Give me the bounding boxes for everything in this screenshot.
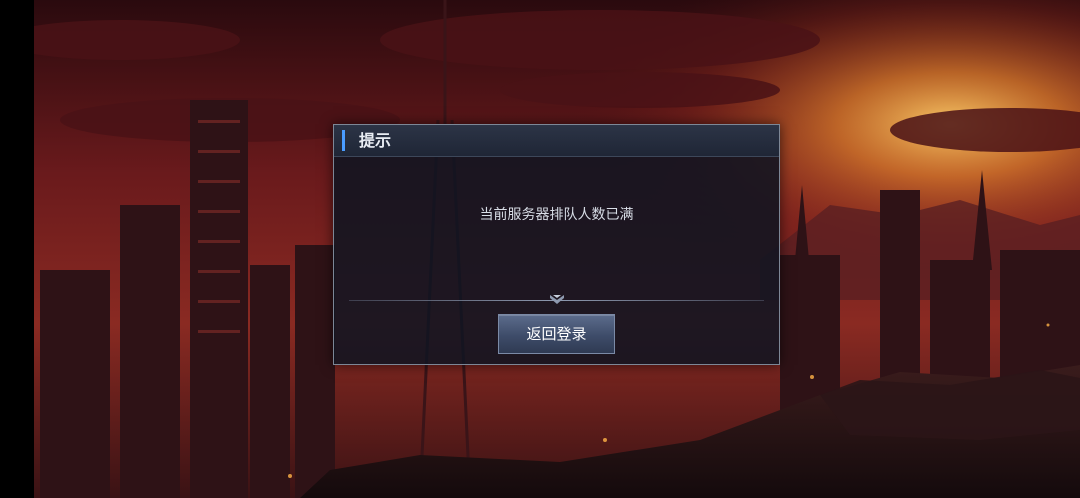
- notice-dialog: 提示 当前服务器排队人数已满 返回登录: [333, 124, 780, 365]
- dialog-header: 提示: [334, 125, 779, 157]
- return-login-button[interactable]: 返回登录: [498, 314, 615, 354]
- screen-edge-bar: [0, 0, 34, 498]
- title-accent-icon: [342, 130, 345, 151]
- chevron-down-icon: [550, 295, 564, 304]
- dialog-title: 提示: [359, 131, 392, 150]
- game-screen: 提示 当前服务器排队人数已满 返回登录: [0, 0, 1080, 498]
- dialog-message: 当前服务器排队人数已满: [479, 207, 634, 223]
